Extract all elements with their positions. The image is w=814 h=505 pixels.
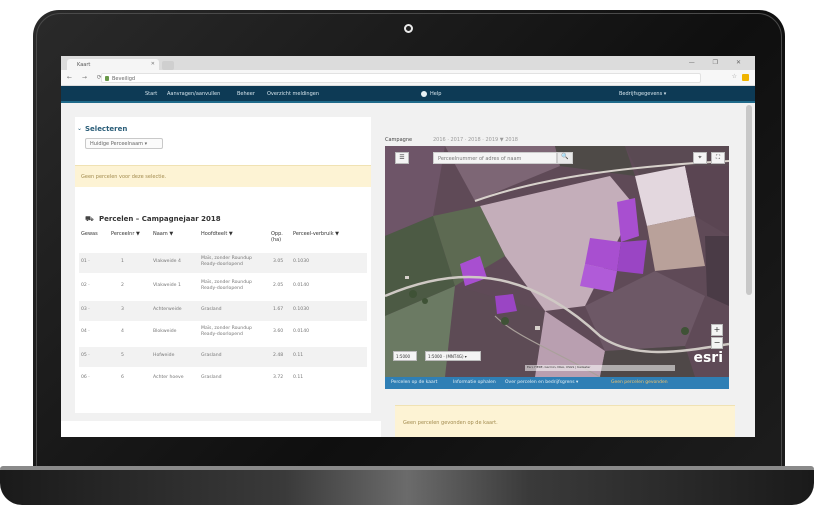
nav-item-aanvragen[interactable]: Aanvragen/aanvullen [167,91,220,97]
bottom-card [61,421,381,437]
table-row[interactable]: 05 · 5 Hofweide Grasland 2.48 0.11 [79,347,367,367]
table-header: Gewas Perceelnr ▼ Naam ▼ Hoofdteelt ▼ Op… [81,231,371,249]
chevron-down-icon[interactable]: ⌄ [77,125,82,132]
col-gewas[interactable]: Gewas [81,231,98,237]
tractor-icon: ⛟ [85,215,94,223]
zoom-in-button[interactable]: + [711,324,723,336]
table-row[interactable]: 01 · 1 Vlakweide 4 Maïs, zonder Roundup R… [79,253,367,273]
parcels-title: Percelen – Campagnejaar 2018 [99,215,221,223]
map-tab-strip: Percelen op de kaart Informatie ophalen … [385,377,729,389]
campaign-label: Campagne [385,137,413,143]
url-text: Beveiligd [112,76,136,82]
table-row[interactable]: 06 · 6 Achter hoeve Grasland 3.72 0.11 [79,369,367,389]
lock-icon [105,76,109,81]
fullscreen-icon[interactable]: ⛶ [711,152,725,164]
esri-logo: esri [693,350,723,366]
map-view[interactable]: ☰ Perceelnummer of adres of naam 🔍 ⌖ ⛶ +… [385,146,729,377]
map-attribution: Esri, HERE, Garmin, NGA, USGS | Kadaster [525,365,675,371]
col-naam[interactable]: Naam ▼ [153,231,173,237]
tab-bedrijfsgrens[interactable]: Over percelen en bedrijfsgrens ▾ [505,380,578,385]
new-tab-button[interactable] [162,61,174,70]
layers-button[interactable]: ☰ [395,152,409,164]
tab-title: Kaart [77,62,91,68]
parcels-card: ⛟ Percelen – Campagnejaar 2018 Gewas Per… [75,209,371,413]
camera-icon [404,24,413,33]
browser-tabbar: Kaart ✕ — ❐ ✕ [61,56,755,70]
selection-card: ⌄ Selecteren Huidige Perceelnaam ▾ Geen … [75,117,371,209]
zoom-out-button[interactable]: − [711,337,723,349]
scale-label: 1:5000 [393,351,417,361]
aerial-imagery [385,146,729,377]
locate-icon[interactable]: ⌖ [693,152,707,164]
screen: Kaart ✕ — ❐ ✕ ← → ⟳ Beveiligd ☆ Start Aa… [61,56,755,437]
tab-informatie[interactable]: Informatie ophalen [453,380,496,385]
scale-select[interactable]: 1:5000 · (MNT4G) ▾ [425,351,481,361]
table-row[interactable]: 03 · 3 Achterweide Grasland 1.67 0.1030 [79,301,367,321]
bottom-notice: Geen percelen gevonden op de kaart. [395,405,735,437]
close-icon[interactable]: ✕ [151,61,155,67]
account-menu[interactable]: Bedrijfsgegevens ▾ [619,91,666,97]
right-pane: Campagne 2016 · 2017 · 2018 · 2019 ▼ 201… [381,105,755,437]
col-opp[interactable]: Opp. (ha) [271,231,285,243]
tab-percelen-kaart[interactable]: Percelen op de kaart [391,380,437,385]
nav-item-overzicht[interactable]: Overzicht meldingen [267,91,319,97]
extension-icon[interactable] [742,74,749,81]
table-row[interactable]: 04 · 4 Blokweide Maïs, zonder Roundup Rea… [79,323,367,343]
col-perceelnr[interactable]: Perceelnr ▼ [111,231,140,237]
window-controls[interactable]: — ❐ ✕ [689,59,749,66]
laptop-mockup: Kaart ✕ — ❐ ✕ ← → ⟳ Beveiligd ☆ Start Aa… [0,0,814,505]
app-navbar: Start Aanvragen/aanvullen Beheer Overzic… [61,86,755,103]
selection-title: Selecteren [85,125,128,133]
laptop-base [0,470,814,505]
scrollbar[interactable] [746,105,752,295]
left-pane: ⌄ Selecteren Huidige Perceelnaam ▾ Geen … [61,105,381,437]
selection-dropdown[interactable]: Huidige Perceelnaam ▾ [85,138,163,149]
nav-item-start[interactable]: Start [145,91,157,97]
table-row[interactable]: 02 · 2 Vlakweide 1 Maïs, zonder Roundup R… [79,277,367,297]
warning-text: Geen percelen gevonden [611,380,668,385]
col-verbruik[interactable]: Perceel-verbruik ▼ [293,231,339,237]
help-icon[interactable] [421,91,427,97]
help-link[interactable]: Help [430,91,441,97]
browser-tab[interactable]: Kaart ✕ [67,59,159,70]
map-search-input[interactable]: Perceelnummer of adres of naam [433,152,557,164]
search-button[interactable]: 🔍 [557,152,573,164]
address-bar: ← → ⟳ Beveiligd ☆ [61,70,755,86]
star-icon[interactable]: ☆ [732,73,737,80]
url-field[interactable]: Beveiligd [101,73,701,83]
selection-notice: Geen percelen voor deze selectie. [75,165,371,187]
campaign-year-selector[interactable]: 2016 · 2017 · 2018 · 2019 ▼ 2018 [433,137,518,143]
col-hoofdteelt[interactable]: Hoofdteelt ▼ [201,231,233,237]
nav-item-beheer[interactable]: Beheer [237,91,255,97]
